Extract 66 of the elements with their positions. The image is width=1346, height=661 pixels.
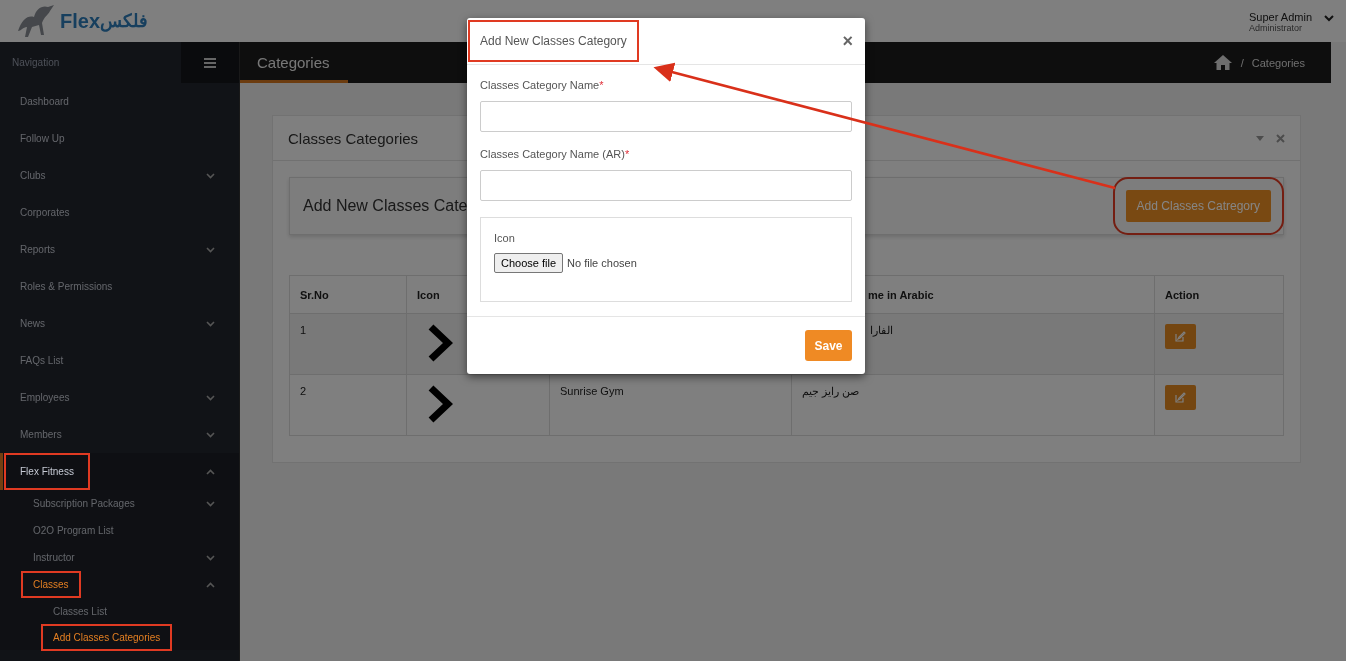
sidebar-item[interactable]: Subscription Packages: [0, 490, 239, 517]
home-link[interactable]: [1212, 54, 1233, 71]
sidebar-heading: Navigation: [11, 57, 60, 68]
edit-button[interactable]: [1165, 324, 1196, 349]
field-label: Classes Category Name*: [480, 79, 605, 93]
sidebar-item[interactable]: Reports: [0, 231, 239, 268]
user-name: Super Admin: [1249, 11, 1312, 23]
file-status: No file chosen: [567, 257, 637, 269]
choose-file-button[interactable]: Choose file: [494, 253, 564, 273]
chevron-up-icon: [206, 468, 215, 475]
column-header: Action: [1154, 275, 1284, 314]
menu-button[interactable]: [181, 42, 239, 83]
sidebar-item[interactable]: Flex Fitness: [0, 453, 239, 490]
close-button[interactable]: ×: [842, 30, 853, 52]
chevron-right-icon: [427, 324, 453, 362]
panel-title: Classes Categories: [288, 129, 419, 147]
user-role: Administrator: [1249, 23, 1304, 33]
sidebar-item[interactable]: O2O Program List: [0, 517, 239, 544]
input-field[interactable]: [480, 101, 852, 132]
table-cell: 2: [289, 374, 407, 436]
sidebar-item[interactable]: Members: [0, 416, 239, 453]
chevron-down-icon: [206, 172, 215, 179]
sidebar-item[interactable]: FAQs List: [0, 342, 239, 379]
edit-icon: [1175, 331, 1186, 342]
sidebar-item[interactable]: News: [0, 305, 239, 342]
page-title: Categories: [240, 42, 348, 83]
breadcrumb-item[interactable]: Categories: [1251, 56, 1305, 69]
sidebar-item[interactable]: Add Classes Categories: [0, 624, 239, 650]
modal-title: Add New Classes Category: [470, 22, 637, 60]
field-label: Icon: [494, 232, 516, 244]
add-category-button[interactable]: Add Classes Catregory: [1125, 190, 1271, 222]
breadcrumb-separator: /: [1240, 56, 1244, 69]
save-button[interactable]: Save: [805, 330, 852, 361]
chevron-up-icon: [206, 581, 215, 588]
table-cell: 1: [289, 313, 407, 375]
caret-down-icon: [1256, 135, 1264, 141]
chevron-down-icon: [206, 554, 215, 561]
sidebar-item[interactable]: Corporates: [0, 194, 239, 231]
chevron-down-icon: [206, 394, 215, 401]
logo-text: فلكس: [100, 10, 149, 32]
sidebar-item[interactable]: Roles & Permissions: [0, 268, 239, 305]
close-button[interactable]: [1276, 133, 1285, 143]
sidebar-item[interactable]: Dashboard: [0, 83, 239, 120]
home-icon: [1212, 54, 1233, 71]
chevron-down-icon: [206, 431, 215, 438]
chevron-right-icon: [427, 385, 453, 423]
input-field[interactable]: [480, 170, 852, 201]
menu-icon: [204, 57, 216, 68]
logo-text: Flex: [60, 9, 101, 33]
chevron-down-icon: [1324, 15, 1334, 22]
chevron-down-icon: [206, 500, 215, 507]
close-icon: [1276, 133, 1285, 143]
sidebar-item[interactable]: Classes: [0, 571, 239, 598]
collapse-button[interactable]: [1256, 135, 1264, 141]
edit-icon: [1175, 392, 1186, 403]
card-title: Add New Classes Cate: [303, 197, 468, 215]
sidebar-item[interactable]: Classes List: [0, 598, 239, 624]
sidebar-item[interactable]: Employees: [0, 379, 239, 416]
column-header: Sr.No: [289, 275, 407, 314]
chevron-down-icon: [206, 320, 215, 327]
sidebar-item[interactable]: Follow Up: [0, 120, 239, 157]
sidebar-item[interactable]: Instructor: [0, 544, 239, 571]
sidebar-item[interactable]: Clubs: [0, 157, 239, 194]
field-label: Classes Category Name (AR)*: [480, 148, 631, 162]
edit-button[interactable]: [1165, 385, 1196, 410]
chevron-down-icon: [206, 246, 215, 253]
